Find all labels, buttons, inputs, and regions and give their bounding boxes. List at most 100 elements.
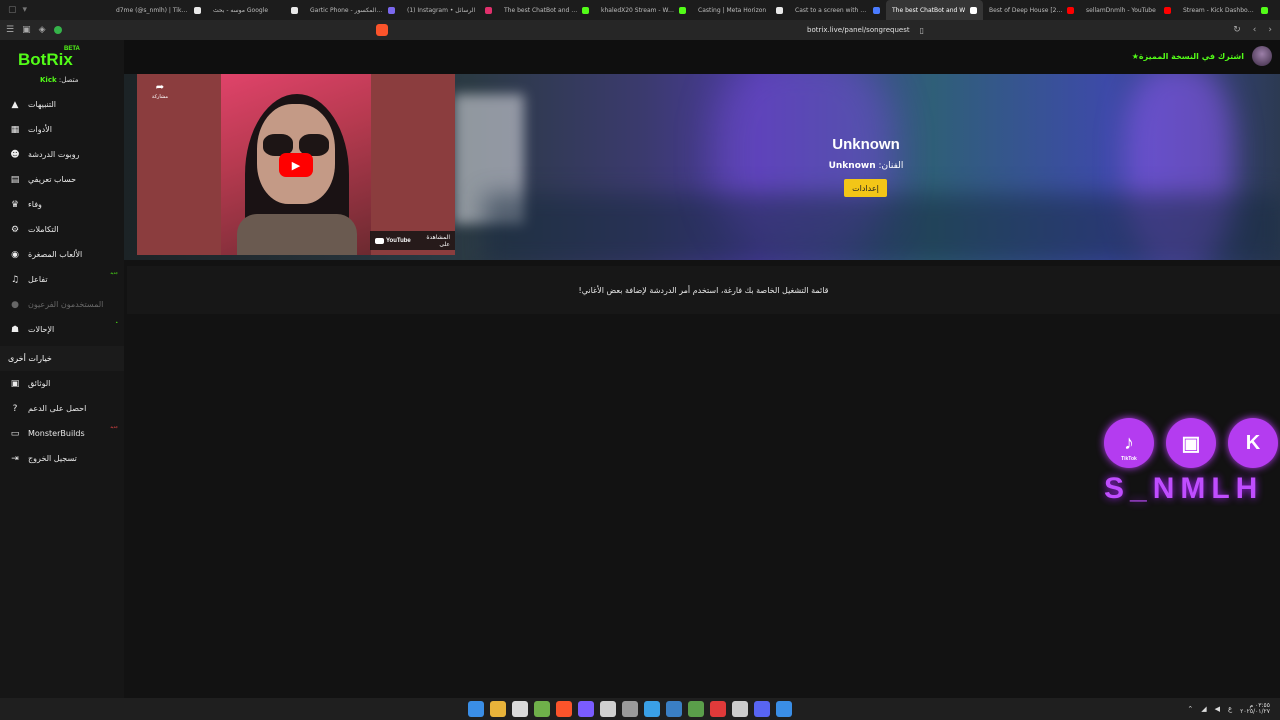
- sidebar-toggle-icon[interactable]: ☰: [6, 25, 14, 35]
- twitch-logo: ▣: [1166, 418, 1216, 468]
- taskbar-app-icon[interactable]: [754, 701, 770, 717]
- premium-label: اشترك في النسخة المميزة: [1138, 52, 1244, 61]
- logo-text: BotRix: [18, 50, 73, 69]
- botrix-logo[interactable]: BotRix BETA: [18, 46, 80, 70]
- taskbar-app-icon[interactable]: [512, 701, 528, 717]
- settings-button[interactable]: إعدادات: [844, 179, 887, 197]
- browser-tab[interactable]: Cast to a screen with Meta: [789, 0, 886, 20]
- twitch-icon: ▣: [1181, 432, 1201, 455]
- taskbar-app-icon[interactable]: [622, 701, 638, 717]
- artist-name: Unknown: [828, 161, 876, 171]
- browser-tab[interactable]: Gartic Phone - الهاتف المكسور: [304, 0, 401, 20]
- sidebar-item-label: الأدوات: [28, 125, 52, 134]
- sidebar-item-label: المستخدمون الفرعيون: [28, 300, 104, 309]
- sidebar-item[interactable]: ⇥ تسجيل الخروج: [0, 446, 124, 471]
- tab-label: (1) Instagram • الرسائل: [407, 6, 476, 14]
- taskbar-app-icon[interactable]: [556, 701, 572, 717]
- tab-label: The best ChatBot and W: [892, 6, 966, 14]
- tab-favicon-icon: [194, 6, 201, 14]
- url-text[interactable]: botrix.live/panel/songrequest: [807, 26, 910, 34]
- new-badge: جديد: [110, 424, 118, 429]
- taskbar-app-icon[interactable]: [688, 701, 704, 717]
- browser-tab[interactable]: Casting | Meta Horizon: [692, 0, 789, 20]
- watch-on-youtube-button[interactable]: المشاهدة على YouTube: [370, 231, 455, 250]
- forward-icon[interactable]: ›: [1268, 25, 1272, 35]
- youtube-icon: [375, 237, 384, 244]
- stream-overlay-username: S_NMLH: [1104, 472, 1264, 505]
- network-icon[interactable]: ◢: [1201, 705, 1206, 713]
- sidebar-item[interactable]: ♫ تفاعل جديد: [0, 267, 124, 292]
- vpn-status-icon[interactable]: [53, 26, 62, 34]
- sidebar-item[interactable]: ◉ الألعاب المصغرة: [0, 242, 124, 267]
- taskbar-app-icon[interactable]: [534, 701, 550, 717]
- extension-icon[interactable]: ◈: [39, 25, 46, 35]
- reload-icon[interactable]: ↻: [1233, 25, 1241, 35]
- sidebar-item-label: احصل على الدعم: [28, 404, 87, 413]
- taskbar-app-icon[interactable]: [578, 701, 594, 717]
- taskbar-app-icon[interactable]: [644, 701, 660, 717]
- sidebar-item[interactable]: ▲ التنبيهات: [0, 92, 124, 117]
- sidebar-item[interactable]: ☗ الإحالات •: [0, 317, 124, 342]
- tab-label: sellamDnmlh - YouTube: [1086, 6, 1156, 14]
- sidebar-item-label: MonsterBuilds: [28, 429, 85, 438]
- language-indicator[interactable]: ع: [1228, 705, 1232, 713]
- youtube-label: YouTube: [386, 237, 411, 244]
- taskbar-app-icon[interactable]: [710, 701, 726, 717]
- banner-art: [484, 194, 1280, 260]
- trophy-icon: ♛: [10, 199, 20, 210]
- taskbar-app-icon[interactable]: [666, 701, 682, 717]
- chevron-up-icon[interactable]: ⌃: [1187, 705, 1193, 713]
- playlist-empty-message: قائمة التشغيل الخاصة بك فارغة، استخدم أم…: [127, 266, 1280, 314]
- clock[interactable]: ٠٣:٥٥ م ٢٠٢٥/٠١/٢٧: [1240, 703, 1270, 715]
- browser-tab[interactable]: Best of Deep House [2025]: [983, 0, 1080, 20]
- tiktok-icon: ♪: [1124, 431, 1134, 454]
- sidebar-item[interactable]: ▭ MonsterBuilds جديد: [0, 421, 124, 446]
- taskbar-app-icon[interactable]: [600, 701, 616, 717]
- tab-label: The best ChatBot and Widg: [504, 6, 578, 14]
- taskbar-app-icon[interactable]: [490, 701, 506, 717]
- browser-tab[interactable]: The best ChatBot and Widg: [498, 0, 595, 20]
- share-button[interactable]: ➦ مشاركة: [150, 82, 170, 100]
- tab-search-icon[interactable]: ▾: [23, 5, 28, 15]
- sidebar-item[interactable]: ? احصل على الدعم: [0, 396, 124, 421]
- browser-tab[interactable]: (1) Instagram • الرسائل: [401, 0, 498, 20]
- taskbar-app-icon[interactable]: [468, 701, 484, 717]
- sidebar-item[interactable]: ☻ روبوت الدردشة: [0, 142, 124, 167]
- sidebar-item-label: تفاعل: [28, 275, 48, 284]
- browser-tab[interactable]: موسه - بحث Google: [207, 0, 304, 20]
- brave-shield-icon[interactable]: [376, 24, 388, 36]
- sidebar-item[interactable]: ▤ حساب تعريفي: [0, 167, 124, 192]
- browser-tab[interactable]: khaledX20 Stream - Watch: [595, 0, 692, 20]
- tab-label: موسه - بحث Google: [213, 6, 269, 14]
- premium-link[interactable]: اشترك في النسخة المميزة★: [1132, 52, 1244, 61]
- volume-icon[interactable]: ◀: [1215, 705, 1220, 713]
- artist-label: الفنان:: [878, 161, 904, 171]
- browser-tab[interactable]: sellamDnmlh - YouTube: [1080, 0, 1177, 20]
- browser-tab[interactable]: Stream - Kick Dashboard: [1177, 0, 1274, 20]
- tab-label: Stream - Kick Dashboard: [1183, 6, 1257, 14]
- taskbar-app-icon[interactable]: [732, 701, 748, 717]
- back-icon[interactable]: ‹: [1253, 25, 1257, 35]
- top-header: اشترك في النسخة المميزة★: [124, 40, 1280, 74]
- sidebar-item[interactable]: ⚙ التكاملات: [0, 217, 124, 242]
- sidebar-item[interactable]: ♛ وفاء: [0, 192, 124, 217]
- video-thumbnail: [237, 214, 357, 255]
- tab-strip-controls: ▢ ▾: [0, 0, 110, 20]
- sidebar-item[interactable]: ▣ الوثائق: [0, 371, 124, 396]
- user-avatar[interactable]: [1252, 46, 1272, 66]
- tab-label: Gartic Phone - الهاتف المكسور: [310, 6, 384, 14]
- browser-tab[interactable]: The best ChatBot and W: [886, 0, 983, 20]
- window-menu-icon[interactable]: ▢: [8, 5, 17, 15]
- section-label-other: خيارات أخرى: [0, 346, 124, 371]
- sidebar-item[interactable]: ▦ الأدوات: [0, 117, 124, 142]
- address-bar[interactable]: botrix.live/panel/songrequest ▯: [370, 23, 930, 37]
- tiktok-logo: ♪ TikTok: [1104, 418, 1154, 468]
- taskbar-app-icon[interactable]: [776, 701, 792, 717]
- users-icon: ●: [11, 299, 19, 310]
- browser-tab[interactable]: d7me (@s_nmlh) | TikTok(5): [110, 0, 207, 20]
- music-icon: ♫: [10, 274, 20, 285]
- reader-icon[interactable]: ▣: [22, 25, 31, 35]
- sidebar-item-label: الوثائق: [28, 379, 51, 388]
- bookmark-icon[interactable]: ▯: [920, 26, 924, 35]
- clock-date: ٢٠٢٥/٠١/٢٧: [1240, 708, 1270, 715]
